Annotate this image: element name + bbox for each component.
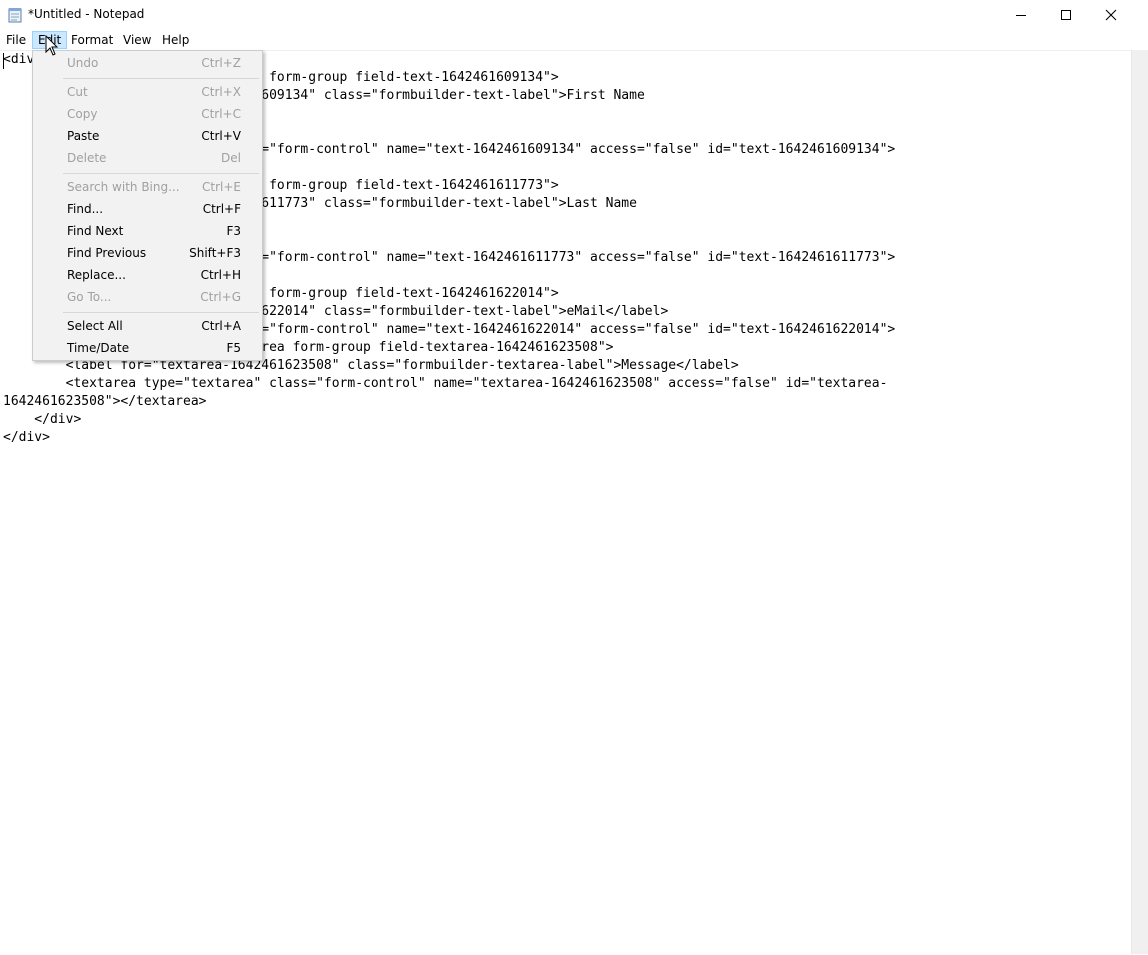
menu-item-delete[interactable]: Delete Del [34, 147, 261, 169]
menu-item-find[interactable]: Find... Ctrl+F [34, 198, 261, 220]
text-caret [3, 53, 4, 69]
menu-bar: File Edit Format View Help [0, 30, 1148, 50]
title-bar[interactable]: *Untitled - Notepad [0, 0, 1148, 30]
menu-format[interactable]: Format [66, 31, 118, 49]
menu-view[interactable]: View [118, 31, 156, 49]
menu-item-cut[interactable]: Cut Ctrl+X [34, 81, 261, 103]
notepad-icon [8, 8, 22, 23]
menu-item-copy[interactable]: Copy Ctrl+C [34, 103, 261, 125]
editor-line: 1642461623508"></textarea> [3, 394, 207, 409]
editor-line: </div> [3, 430, 50, 445]
close-button[interactable] [1088, 0, 1134, 30]
menu-item-time-date[interactable]: Time/Date F5 [34, 337, 261, 359]
menu-help[interactable]: Help [157, 31, 194, 49]
menu-separator [63, 173, 259, 174]
menu-item-find-next[interactable]: Find Next F3 [34, 220, 261, 242]
editor-line: <textarea type="textarea" class="form-co… [3, 376, 888, 391]
menu-item-undo[interactable]: Undo Ctrl+Z [34, 52, 261, 74]
mouse-pointer-icon [45, 35, 59, 56]
menu-separator [63, 78, 259, 79]
menu-separator [63, 312, 259, 313]
menu-item-replace[interactable]: Replace... Ctrl+H [34, 264, 261, 286]
menu-item-find-previous[interactable]: Find Previous Shift+F3 [34, 242, 261, 264]
menu-item-search-with-bing[interactable]: Search with Bing... Ctrl+E [34, 176, 261, 198]
menu-item-go-to[interactable]: Go To... Ctrl+G [34, 286, 261, 308]
editor-line: <div [3, 52, 35, 67]
minimize-icon [1016, 15, 1026, 16]
maximize-icon [1061, 10, 1071, 20]
menu-item-paste[interactable]: Paste Ctrl+V [34, 125, 261, 147]
window-title: *Untitled - Notepad [28, 7, 145, 21]
menu-file[interactable]: File [1, 31, 31, 49]
vertical-scrollbar[interactable] [1131, 50, 1148, 954]
editor-line: </div> [3, 412, 82, 427]
edit-menu-dropdown: Undo Ctrl+Z Cut Ctrl+X Copy Ctrl+C Paste… [32, 50, 263, 361]
maximize-button[interactable] [1043, 0, 1089, 30]
menu-item-select-all[interactable]: Select All Ctrl+A [34, 315, 261, 337]
minimize-button[interactable] [998, 0, 1044, 30]
close-icon [1105, 9, 1117, 21]
